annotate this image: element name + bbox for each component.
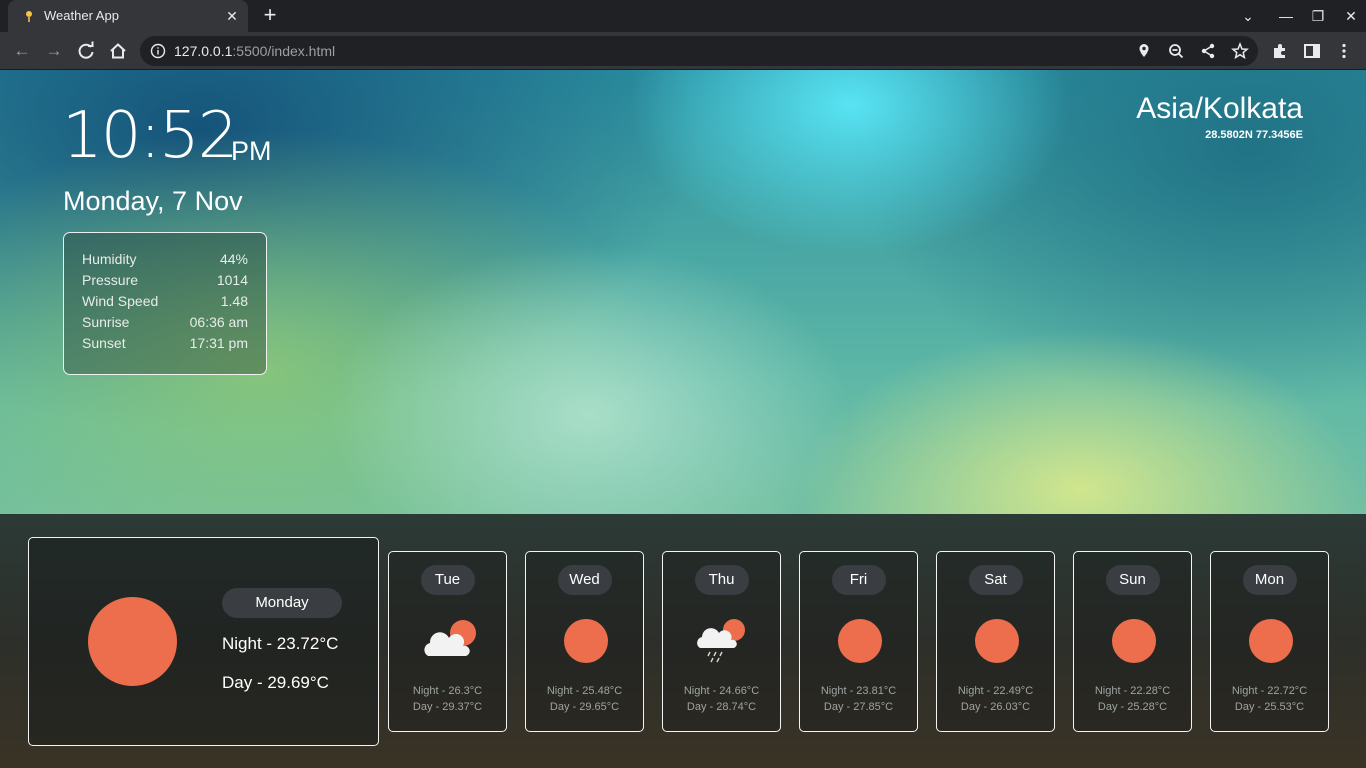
cloud-sun-icon bbox=[424, 620, 476, 656]
restore-icon[interactable]: ❐ bbox=[1304, 4, 1332, 28]
forecast-day-temp: Day - 29.37°C bbox=[412, 701, 483, 713]
detail-row-sunset: Sunset 17:31 pm bbox=[82, 335, 248, 356]
tab-strip: Weather App ✕ + ⌄ — ❐ ✕ bbox=[0, 0, 1366, 32]
detail-label: Sunset bbox=[82, 335, 126, 351]
detail-value: 44% bbox=[219, 251, 248, 267]
clock-time: 10:52 bbox=[62, 99, 238, 173]
home-icon[interactable] bbox=[105, 38, 131, 64]
weather-favicon-icon bbox=[26, 11, 32, 22]
address-bar[interactable]: 127.0.0.1:5500/index.html bbox=[140, 36, 1258, 66]
detail-label: Pressure bbox=[82, 272, 139, 288]
forecast-night-temp: Night - 26.3°C bbox=[412, 685, 483, 697]
detail-value: 1014 bbox=[216, 272, 248, 288]
forecast-day-temp: Day - 26.03°C bbox=[960, 701, 1031, 713]
browser-toolbar: ← → 127.0.0.1:5500/index.html bbox=[0, 32, 1366, 70]
today-day-label: Monday bbox=[222, 588, 342, 618]
weather-page: 10:52 PM Monday, 7 Nov Humidity 44% Pres… bbox=[0, 70, 1366, 768]
tab-title: Weather App bbox=[44, 8, 119, 23]
forecast-night-temp: Night - 22.72°C bbox=[1231, 685, 1308, 697]
detail-value: 06:36 am bbox=[189, 314, 248, 330]
forecast-day-temp: Day - 25.53°C bbox=[1234, 701, 1305, 713]
forecast-day-temp: Day - 27.85°C bbox=[823, 701, 894, 713]
forward-icon[interactable]: → bbox=[41, 38, 67, 64]
url-path: :5500/index.html bbox=[232, 43, 336, 59]
today-night-temp: Night - 23.72°C bbox=[222, 634, 339, 653]
url-host: 127.0.0.1 bbox=[174, 43, 233, 59]
share-icon[interactable] bbox=[1198, 41, 1218, 61]
url-text: 127.0.0.1:5500/index.html bbox=[174, 43, 335, 59]
forecast-card-mon: Mon Night - 22.72°C Day - 25.53°C bbox=[1210, 551, 1329, 732]
detail-value: 1.48 bbox=[220, 293, 248, 309]
forecast-night-temp: Night - 22.28°C bbox=[1094, 685, 1171, 697]
forecast-day-label: Tue bbox=[420, 565, 475, 595]
sun-icon bbox=[1112, 619, 1156, 663]
forecast-card-thu: Thu Night - 24.66°C Day - 28.74°C bbox=[662, 551, 781, 732]
detail-row-humidity: Humidity 44% bbox=[82, 251, 248, 272]
back-icon[interactable]: ← bbox=[9, 38, 35, 64]
forecast-night-temp: Night - 25.48°C bbox=[546, 685, 623, 697]
forecast-day-temp: Day - 29.65°C bbox=[549, 701, 620, 713]
bookmark-star-icon[interactable] bbox=[1230, 41, 1250, 61]
forecast-day-label: Fri bbox=[831, 565, 886, 595]
clock: 10:52 PM bbox=[62, 99, 272, 173]
rain-sun-icon bbox=[697, 619, 745, 663]
detail-row-sunrise: Sunrise 06:36 am bbox=[82, 314, 248, 335]
forecast-night-temp: Night - 23.81°C bbox=[820, 685, 897, 697]
detail-row-pressure: Pressure 1014 bbox=[82, 272, 248, 293]
reload-icon[interactable] bbox=[73, 38, 99, 64]
detail-row-wind-speed: Wind Speed 1.48 bbox=[82, 293, 248, 314]
forecast-day-temp: Day - 28.74°C bbox=[686, 701, 757, 713]
sun-icon bbox=[838, 619, 882, 663]
browser-tab[interactable]: Weather App ✕ bbox=[8, 0, 248, 32]
weather-details-card: Humidity 44% Pressure 1014 Wind Speed 1.… bbox=[63, 232, 267, 375]
forecast-day-label: Thu bbox=[694, 565, 749, 595]
coordinates: 28.5802N 77.3456E bbox=[1205, 129, 1303, 141]
timezone-name: Asia/Kolkata bbox=[1136, 92, 1303, 125]
forecast-day-label: Sun bbox=[1105, 565, 1160, 595]
sun-icon bbox=[1249, 619, 1293, 663]
forecast-day-temp: Day - 25.28°C bbox=[1097, 701, 1168, 713]
detail-label: Humidity bbox=[82, 251, 137, 267]
extensions-icon[interactable] bbox=[1270, 41, 1290, 61]
site-info-icon[interactable] bbox=[150, 43, 166, 59]
detail-label: Sunrise bbox=[82, 314, 130, 330]
sun-icon bbox=[975, 619, 1019, 663]
clock-ampm: PM bbox=[231, 136, 272, 166]
tab-search-icon[interactable]: ⌄ bbox=[1234, 4, 1262, 28]
detail-label: Wind Speed bbox=[82, 293, 159, 309]
new-tab-icon[interactable]: + bbox=[258, 4, 282, 28]
forecast-card-wed: Wed Night - 25.48°C Day - 29.65°C bbox=[525, 551, 644, 732]
forecast-night-temp: Night - 24.66°C bbox=[683, 685, 760, 697]
side-panel-icon[interactable] bbox=[1302, 41, 1322, 61]
sun-icon bbox=[564, 619, 608, 663]
forecast-card-sat: Sat Night - 22.49°C Day - 26.03°C bbox=[936, 551, 1055, 732]
forecast-day-label: Wed bbox=[557, 565, 612, 595]
current-date: Monday, 7 Nov bbox=[63, 186, 243, 216]
forecast-day-label: Sat bbox=[968, 565, 1023, 595]
forecast-day-label: Mon bbox=[1242, 565, 1297, 595]
forecast-night-temp: Night - 22.49°C bbox=[957, 685, 1034, 697]
timezone-block: Asia/Kolkata 28.5802N 77.3456E bbox=[1136, 90, 1303, 142]
forecast-card-tue: Tue Night - 26.3°C Day - 29.37°C bbox=[388, 551, 507, 732]
forecast-panel: Monday Night - 23.72°C Day - 29.69°C Tue… bbox=[0, 514, 1366, 768]
forecast-card-sun: Sun Night - 22.28°C Day - 25.28°C bbox=[1073, 551, 1192, 732]
today-day-temp: Day - 29.69°C bbox=[222, 673, 329, 692]
sun-icon bbox=[88, 597, 177, 686]
close-window-icon[interactable]: ✕ bbox=[1337, 4, 1365, 28]
today-card: Monday Night - 23.72°C Day - 29.69°C bbox=[28, 537, 379, 746]
forecast-card-fri: Fri Night - 23.81°C Day - 27.85°C bbox=[799, 551, 918, 732]
zoom-icon[interactable] bbox=[1166, 41, 1186, 61]
tab-close-icon[interactable]: ✕ bbox=[222, 6, 242, 26]
location-icon[interactable] bbox=[1134, 41, 1154, 61]
detail-value: 17:31 pm bbox=[189, 335, 248, 351]
minimize-icon[interactable]: — bbox=[1272, 4, 1300, 28]
menu-kebab-icon[interactable] bbox=[1334, 41, 1354, 61]
